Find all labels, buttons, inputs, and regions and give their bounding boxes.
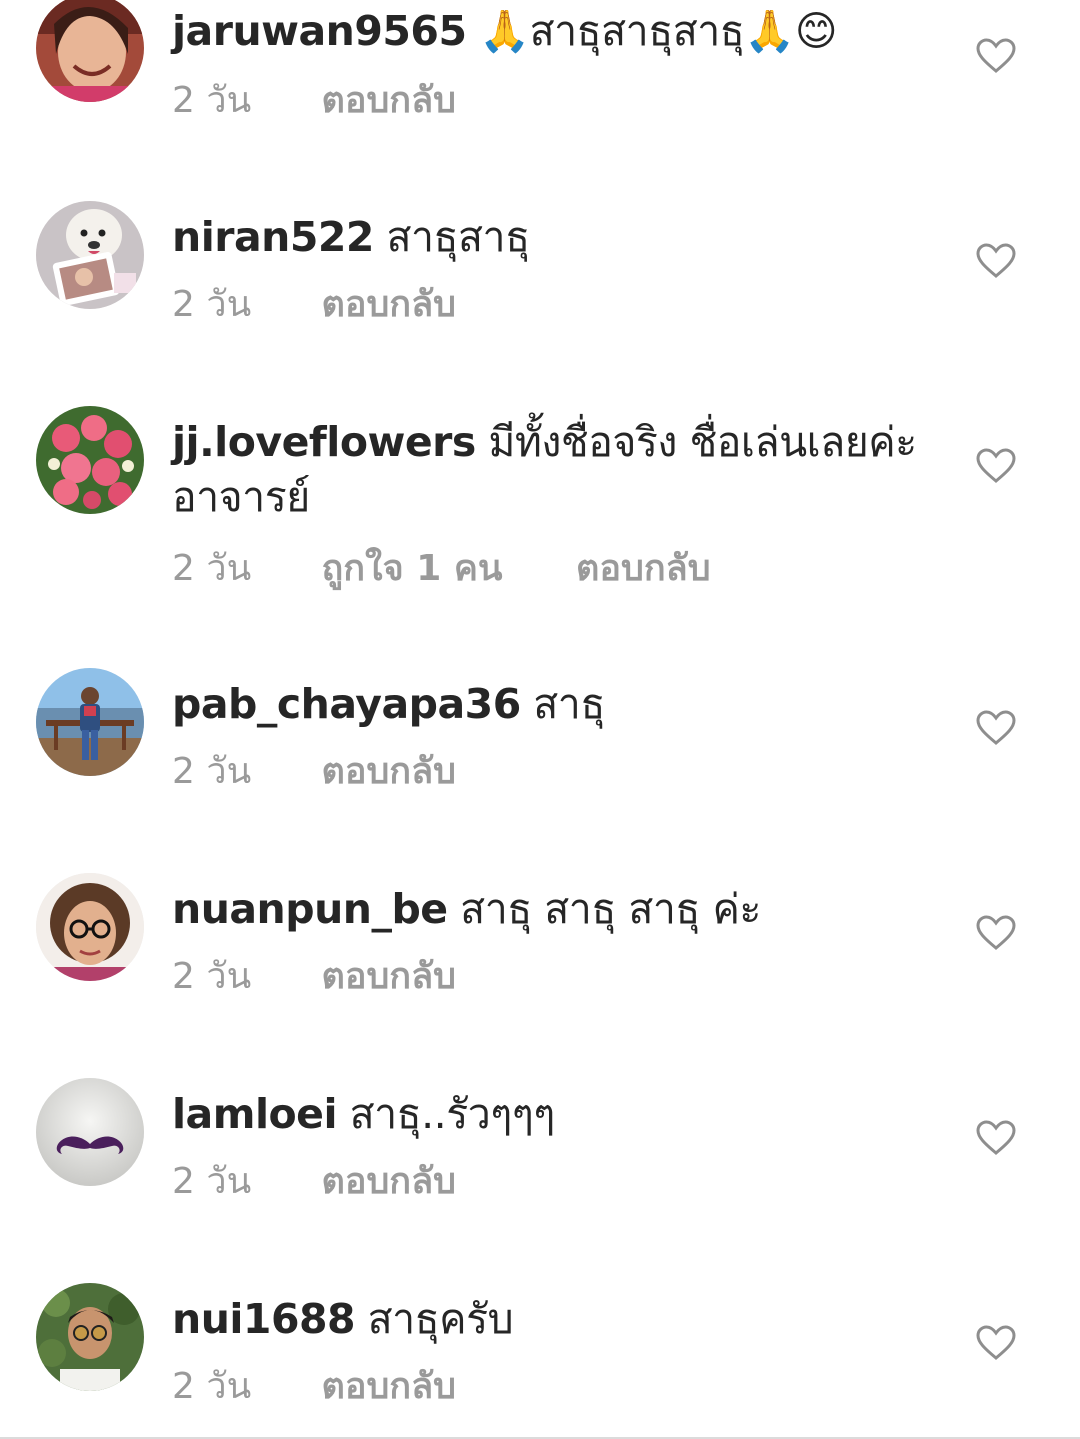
like-button[interactable] — [976, 915, 1016, 951]
comment-text: สาธุ — [533, 680, 605, 728]
comment-item: pab_chayapa36 สาธุ 2 วัน ตอบกลับ — [0, 667, 1080, 817]
comment-username[interactable]: nui1688 — [172, 1295, 356, 1343]
avatar[interactable] — [36, 1078, 144, 1186]
heart-outline-icon — [976, 243, 1016, 278]
like-button[interactable] — [976, 1120, 1016, 1156]
avatar-photo-icon — [36, 201, 144, 309]
avatar[interactable] — [36, 0, 144, 102]
comment-username[interactable]: pab_chayapa36 — [172, 680, 521, 728]
avatar-photo-icon — [36, 668, 144, 776]
avatar[interactable] — [36, 201, 144, 309]
like-button[interactable] — [976, 243, 1016, 279]
likes-count[interactable]: ถูกใจ 1 คน — [321, 547, 502, 591]
heart-outline-icon — [976, 1120, 1016, 1155]
comment-time: 2 วัน — [172, 751, 252, 792]
avatar-photo-icon — [36, 1283, 144, 1391]
like-button[interactable] — [976, 710, 1016, 746]
avatar-photo-icon — [36, 873, 144, 981]
comment-text: สาธุ สาธุ สาธุ ค่ะ — [460, 885, 761, 933]
comment-time: 2 วัน — [172, 1366, 252, 1407]
avatar-photo-icon — [36, 406, 144, 514]
like-button[interactable] — [976, 38, 1016, 74]
comment-item: lamloei สาธุ..รัวๆๆๆ 2 วัน ตอบกลับ — [0, 1077, 1080, 1227]
comment-meta: 2 วัน ตอบกลับ — [172, 955, 932, 999]
comment-meta: 2 วัน ตอบกลับ — [172, 283, 932, 327]
avatar[interactable] — [36, 406, 144, 514]
comment-username[interactable]: nuanpun_be — [172, 885, 448, 933]
like-button[interactable] — [976, 448, 1016, 484]
comment-text: สาธุสาธุ — [386, 213, 530, 261]
comment-text: 🙏สาธุสาธุสาธุ🙏😊 — [479, 7, 838, 55]
comment-meta: 2 วัน ตอบกลับ — [172, 1365, 932, 1409]
like-button[interactable] — [976, 1325, 1016, 1361]
reply-button[interactable]: ตอบกลับ — [321, 955, 456, 999]
reply-button[interactable]: ตอบกลับ — [321, 79, 456, 123]
reply-button[interactable]: ตอบกลับ — [321, 750, 456, 794]
comment-time: 2 วัน — [172, 284, 252, 325]
comment-item: nui1688 สาธุครับ 2 วัน ตอบกลับ — [0, 1282, 1080, 1432]
heart-outline-icon — [976, 1325, 1016, 1360]
comment-item: nuanpun_be สาธุ สาธุ สาธุ ค่ะ 2 วัน ตอบก… — [0, 872, 1080, 1022]
avatar[interactable] — [36, 1283, 144, 1391]
heart-outline-icon — [976, 38, 1016, 73]
comment-meta: 2 วัน ตอบกลับ — [172, 79, 932, 123]
comment-username[interactable]: jaruwan9565 — [172, 7, 467, 55]
comment-list: jaruwan9565 🙏สาธุสาธุสาธุ🙏😊 2 วัน ตอบกลั… — [0, 0, 1080, 1439]
comment-username[interactable]: lamloei — [172, 1090, 338, 1138]
avatar-photo-icon — [36, 0, 144, 102]
heart-outline-icon — [976, 915, 1016, 950]
comment-text: สาธุครับ — [367, 1295, 514, 1343]
comment-item: jj.loveflowers มีทั้งชื่อจริง ชื่อเล่นเล… — [0, 405, 1080, 615]
comment-time: 2 วัน — [172, 548, 252, 589]
comment-item: niran522 สาธุสาธุ 2 วัน ตอบกลับ — [0, 200, 1080, 350]
comment-username[interactable]: jj.loveflowers — [172, 418, 476, 466]
avatar[interactable] — [36, 668, 144, 776]
comment-meta: 2 วัน ตอบกลับ — [172, 1160, 932, 1204]
comment-meta: 2 วัน ถูกใจ 1 คน ตอบกลับ — [172, 547, 932, 591]
comment-time: 2 วัน — [172, 80, 252, 121]
heart-outline-icon — [976, 710, 1016, 745]
heart-outline-icon — [976, 448, 1016, 483]
avatar[interactable] — [36, 873, 144, 981]
comment-item: jaruwan9565 🙏สาธุสาธุสาธุ🙏😊 2 วัน ตอบกลั… — [0, 0, 1080, 150]
comment-time: 2 วัน — [172, 956, 252, 997]
reply-button[interactable]: ตอบกลับ — [321, 1160, 456, 1204]
reply-button[interactable]: ตอบกลับ — [321, 1365, 456, 1409]
reply-button[interactable]: ตอบกลับ — [321, 283, 456, 327]
mustache-icon — [36, 1078, 144, 1186]
comment-time: 2 วัน — [172, 1161, 252, 1202]
reply-button[interactable]: ตอบกลับ — [576, 547, 711, 591]
comment-text: สาธุ..รัวๆๆๆ — [349, 1090, 556, 1138]
comment-username[interactable]: niran522 — [172, 213, 374, 261]
comment-meta: 2 วัน ตอบกลับ — [172, 750, 932, 794]
